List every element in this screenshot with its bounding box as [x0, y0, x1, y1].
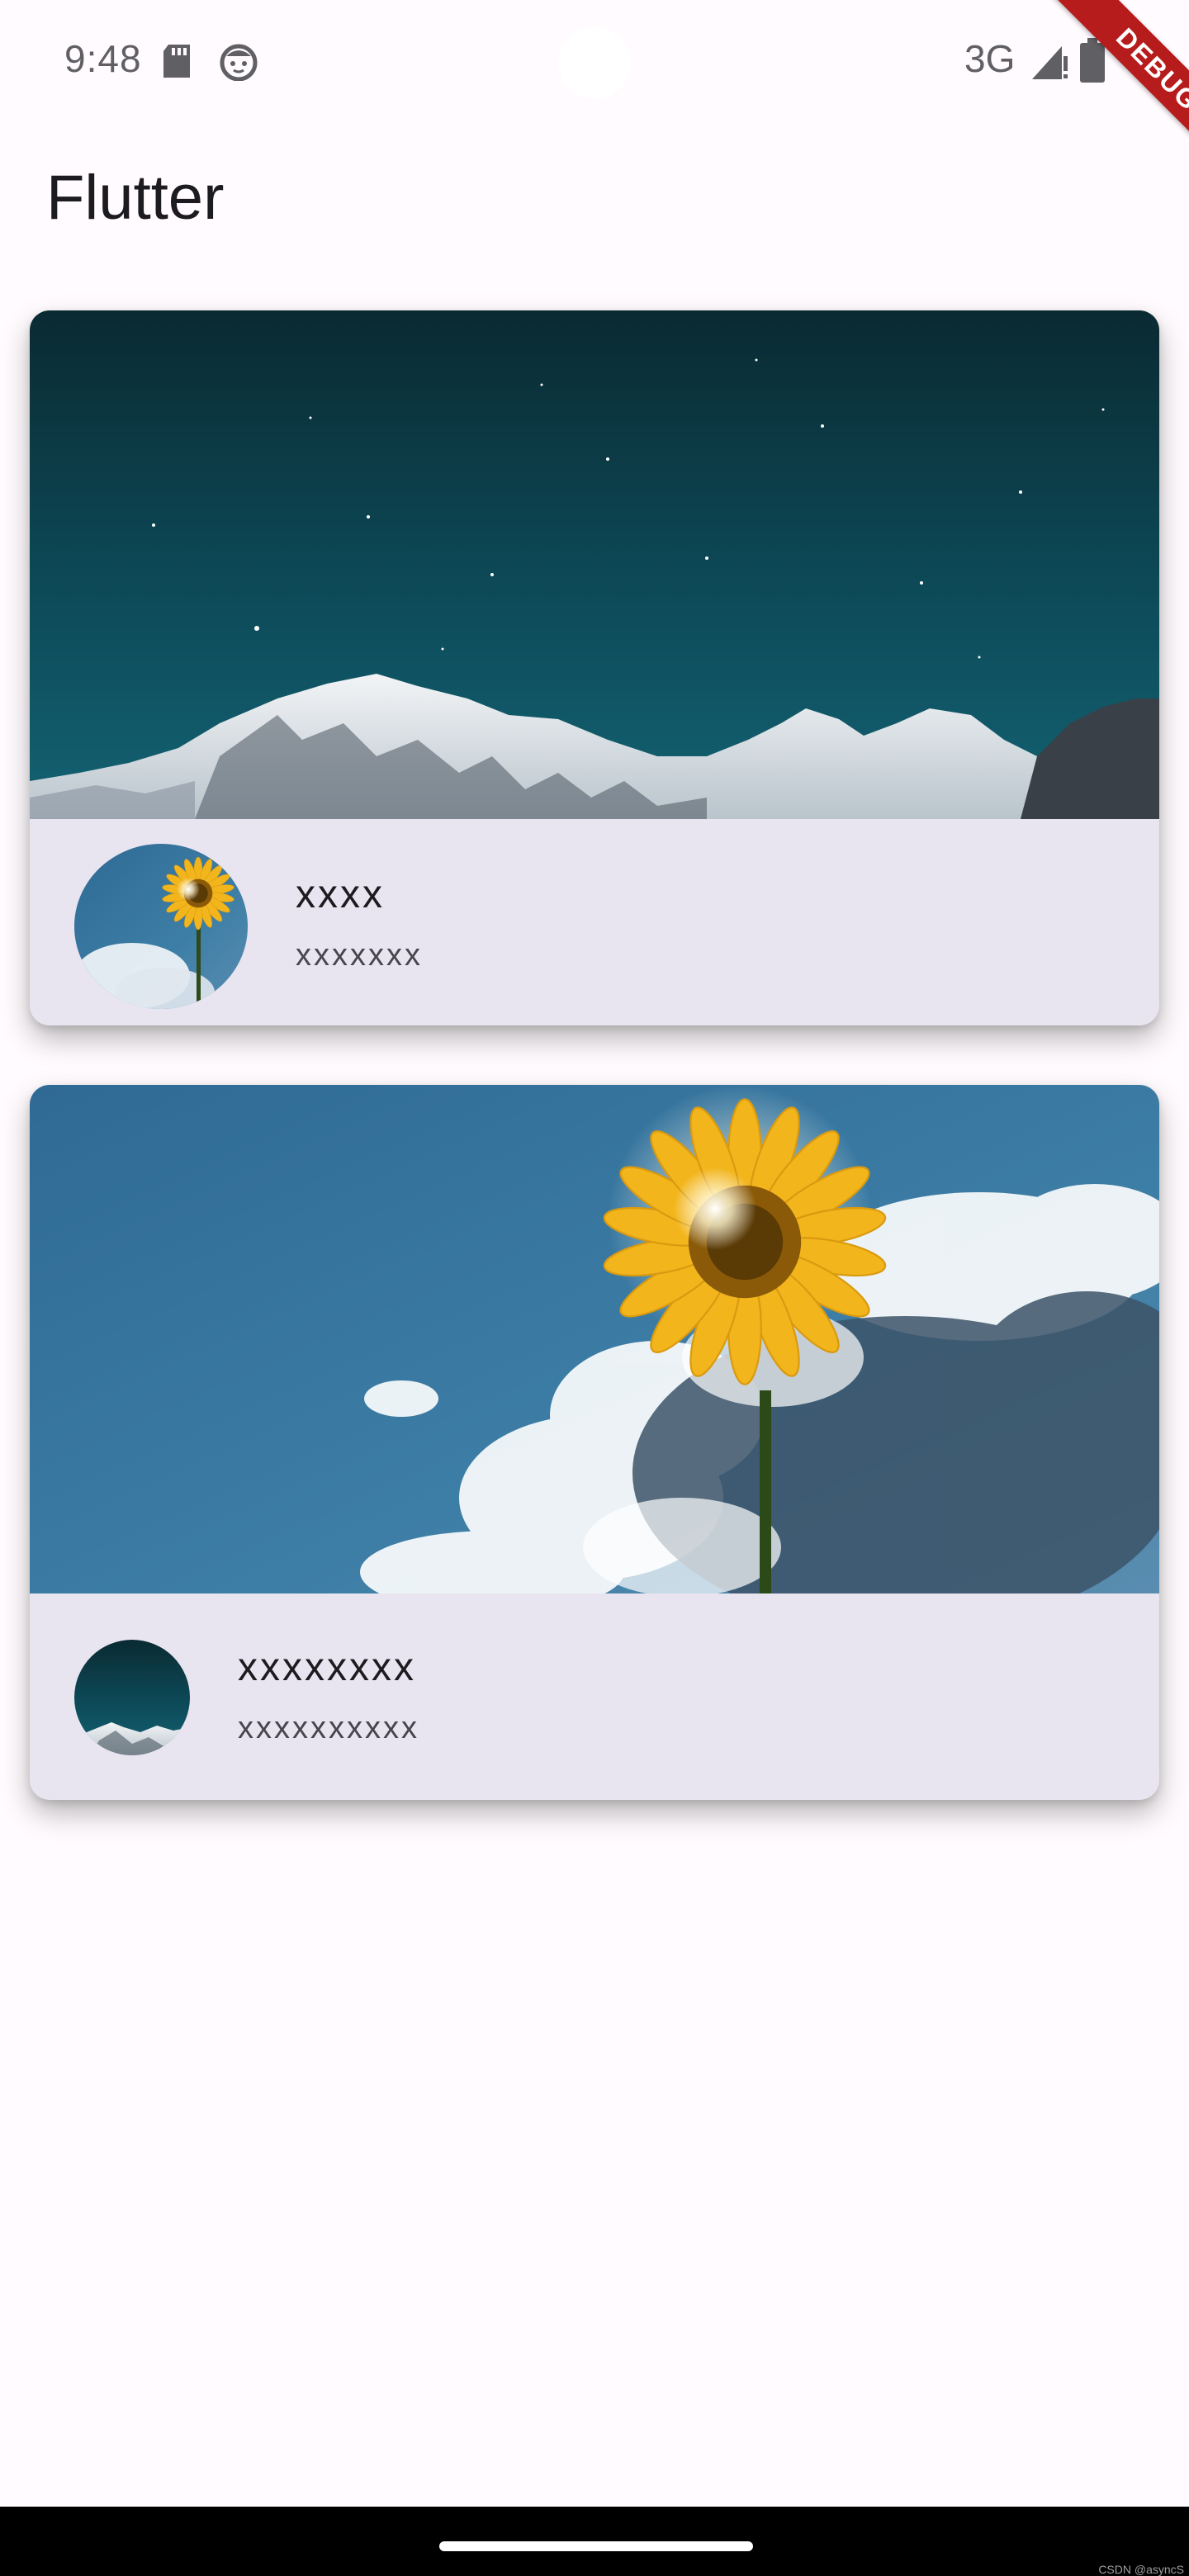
card-subtitle: xxxxxxx: [296, 938, 423, 973]
system-nav-bar: CSDN @asyncS: [0, 2507, 1189, 2576]
sd-card-icon: [163, 45, 190, 78]
avatar-sunflower[interactable]: [74, 844, 248, 1009]
watermark: CSDN @asyncS: [1098, 2563, 1184, 2576]
status-clock: 9:48: [64, 37, 142, 80]
app-bar-title: Flutter: [46, 163, 225, 233]
card[interactable]: xxxx xxxxxxx: [30, 310, 1159, 1025]
card[interactable]: xxxxxxxx xxxxxxxxxx: [30, 1085, 1159, 1800]
card-title: xxxx: [296, 873, 385, 916]
face-icon: [220, 44, 258, 81]
card-title: xxxxxxxx: [238, 1646, 416, 1689]
camera-cutout: [558, 26, 631, 99]
debug-banner: DEBUG: [991, 0, 1189, 198]
hero-image-mountains: [30, 310, 1159, 819]
avatar-mountains[interactable]: [74, 1640, 190, 1755]
card-subtitle: xxxxxxxxxx: [238, 1711, 419, 1745]
debug-label: DEBUG: [1037, 0, 1189, 190]
home-gesture-handle[interactable]: [439, 2541, 753, 2551]
hero-image-sunflower: [30, 1085, 1159, 1593]
status-bar: 9:48 3G DEBUG: [0, 0, 1189, 190]
